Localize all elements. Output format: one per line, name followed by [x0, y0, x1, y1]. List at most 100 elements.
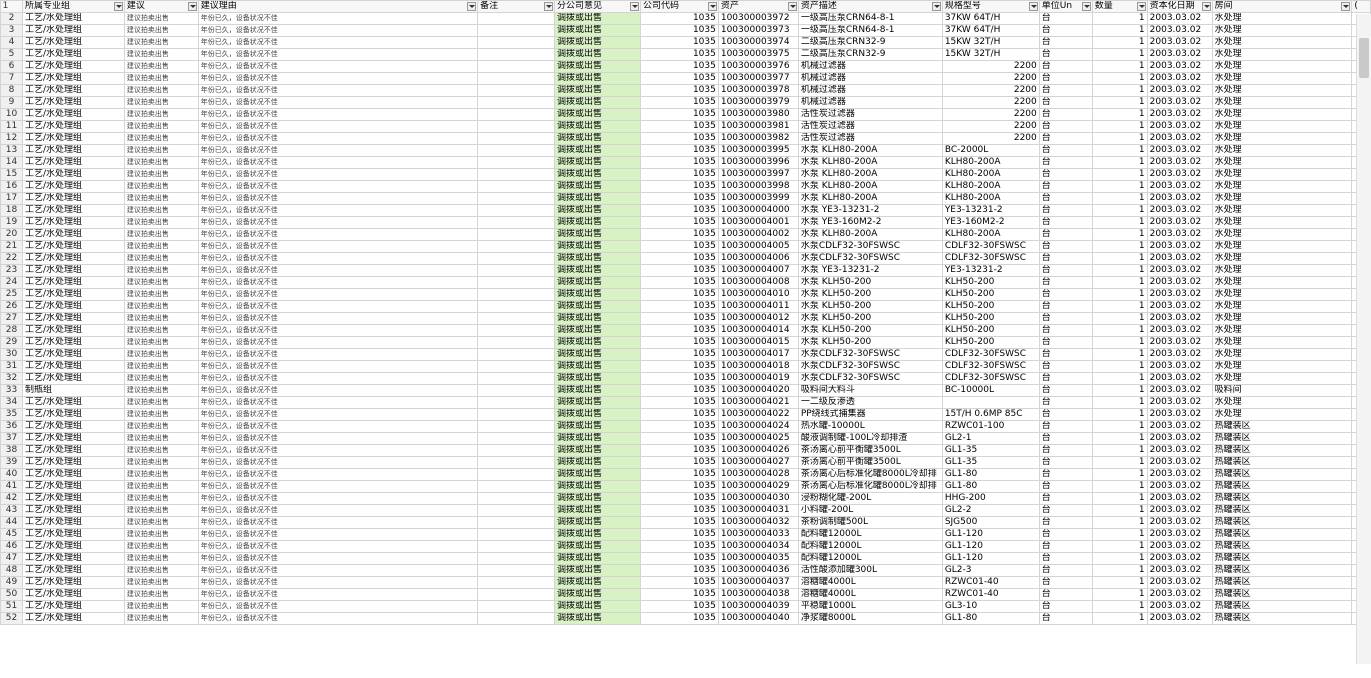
table-cell[interactable] [477, 492, 556, 505]
table-cell[interactable]: 年份已久，设备状况不佳 [197, 144, 479, 157]
table-cell[interactable]: 水处理 [1211, 120, 1353, 133]
table-cell[interactable]: 37KW 64T/H [941, 24, 1040, 37]
table-cell[interactable]: 台 [1038, 264, 1093, 277]
table-cell[interactable] [941, 396, 1040, 409]
table-cell[interactable]: 工艺/水处理组 [21, 144, 125, 157]
table-cell[interactable] [477, 540, 556, 553]
table-cell[interactable] [477, 60, 556, 73]
table-cell[interactable]: 建议拍卖出售 [123, 288, 199, 301]
row-number[interactable]: 34 [0, 396, 23, 409]
table-cell[interactable]: 1035 [639, 72, 719, 85]
table-cell[interactable]: 建议拍卖出售 [123, 468, 199, 481]
table-cell[interactable] [477, 396, 556, 409]
table-cell[interactable]: 建议拍卖出售 [123, 576, 199, 589]
table-cell[interactable]: 工艺/水处理组 [21, 132, 125, 145]
table-cell[interactable]: 建议拍卖出售 [123, 432, 199, 445]
table-cell[interactable]: 水处理 [1211, 240, 1353, 253]
table-cell[interactable] [477, 48, 556, 61]
column-header[interactable]: 单位Un [1038, 0, 1093, 13]
table-cell[interactable]: 100300003977 [717, 72, 799, 85]
table-cell[interactable]: 1 [1091, 540, 1148, 553]
table-cell[interactable]: 茶粉调制罐500L [797, 516, 943, 529]
table-cell[interactable]: 台 [1038, 48, 1093, 61]
table-cell[interactable]: 1 [1091, 588, 1148, 601]
table-cell[interactable]: 年份已久，设备状况不佳 [197, 276, 479, 289]
table-cell[interactable]: 1 [1091, 192, 1148, 205]
table-cell[interactable]: 平稳罐1000L [797, 600, 943, 613]
table-cell[interactable]: 调拨或出售 [554, 36, 641, 49]
column-header[interactable]: 备注 [477, 0, 556, 13]
row-number[interactable]: 21 [0, 240, 23, 253]
table-cell[interactable] [477, 528, 556, 541]
table-cell[interactable] [477, 612, 556, 625]
table-cell[interactable]: 茶汤离心前平衡罐3500L [797, 444, 943, 457]
table-cell[interactable]: 2003.03.02 [1146, 240, 1213, 253]
table-cell[interactable]: 建议拍卖出售 [123, 132, 199, 145]
table-cell[interactable]: 1035 [639, 192, 719, 205]
table-cell[interactable] [477, 132, 556, 145]
table-cell[interactable]: 建议拍卖出售 [123, 108, 199, 121]
table-cell[interactable]: 1 [1091, 144, 1148, 157]
row-number[interactable]: 42 [0, 492, 23, 505]
table-cell[interactable]: 100300004030 [717, 492, 799, 505]
row-number[interactable]: 28 [0, 324, 23, 337]
table-cell[interactable]: GL2-1 [941, 432, 1040, 445]
table-cell[interactable]: 调拨或出售 [554, 72, 641, 85]
table-cell[interactable]: 工艺/水处理组 [21, 480, 125, 493]
table-cell[interactable]: 1 [1091, 504, 1148, 517]
table-cell[interactable]: HHG-200 [941, 492, 1040, 505]
table-cell[interactable]: 1035 [639, 396, 719, 409]
table-cell[interactable]: 吸料间 [1211, 384, 1353, 397]
table-cell[interactable]: 水泵 KLH80-200A [797, 180, 943, 193]
table-cell[interactable]: GL1-35 [941, 444, 1040, 457]
table-cell[interactable]: 2003.03.02 [1146, 204, 1213, 217]
row-number[interactable]: 27 [0, 312, 23, 325]
table-cell[interactable]: 水处理 [1211, 372, 1353, 385]
table-cell[interactable]: 1 [1091, 96, 1148, 109]
table-cell[interactable]: 2200 [941, 120, 1040, 133]
table-cell[interactable]: 调拨或出售 [554, 528, 641, 541]
table-cell[interactable]: 年份已久，设备状况不佳 [197, 156, 479, 169]
table-cell[interactable]: 调拨或出售 [554, 144, 641, 157]
table-cell[interactable]: 100300004014 [717, 324, 799, 337]
table-cell[interactable]: 台 [1038, 504, 1093, 517]
table-cell[interactable]: 水处理 [1211, 288, 1353, 301]
table-cell[interactable]: GL1-80 [941, 468, 1040, 481]
table-cell[interactable]: 建议拍卖出售 [123, 72, 199, 85]
table-cell[interactable] [477, 456, 556, 469]
table-cell[interactable]: 一级高压泵CRN64-8-1 [797, 24, 943, 37]
table-cell[interactable]: 年份已久，设备状况不佳 [197, 84, 479, 97]
table-cell[interactable]: 2003.03.02 [1146, 120, 1213, 133]
table-cell[interactable] [477, 468, 556, 481]
table-cell[interactable]: 1035 [639, 300, 719, 313]
table-cell[interactable]: 工艺/水处理组 [21, 360, 125, 373]
table-cell[interactable]: 100300004010 [717, 288, 799, 301]
filter-dropdown-icon[interactable] [787, 2, 797, 11]
table-cell[interactable]: 水处理 [1211, 360, 1353, 373]
table-cell[interactable]: 建议拍卖出售 [123, 276, 199, 289]
row-number[interactable]: 18 [0, 204, 23, 217]
table-cell[interactable]: 2003.03.02 [1146, 180, 1213, 193]
table-cell[interactable]: 2003.03.02 [1146, 564, 1213, 577]
table-cell[interactable]: 1035 [639, 204, 719, 217]
table-cell[interactable]: 年份已久，设备状况不佳 [197, 492, 479, 505]
table-cell[interactable] [477, 12, 556, 25]
table-cell[interactable]: 热罐装区 [1211, 480, 1353, 493]
table-cell[interactable]: 建议拍卖出售 [123, 444, 199, 457]
table-cell[interactable]: 年份已久，设备状况不佳 [197, 48, 479, 61]
table-cell[interactable]: 1 [1091, 12, 1148, 25]
table-cell[interactable]: 建议拍卖出售 [123, 180, 199, 193]
table-cell[interactable]: 1 [1091, 564, 1148, 577]
table-cell[interactable]: 2003.03.02 [1146, 432, 1213, 445]
table-cell[interactable]: 台 [1038, 96, 1093, 109]
table-cell[interactable]: BC-2000L [941, 144, 1040, 157]
row-number[interactable]: 17 [0, 192, 23, 205]
table-cell[interactable]: 建议拍卖出售 [123, 216, 199, 229]
table-cell[interactable]: 水泵 KLH80-200A [797, 168, 943, 181]
table-cell[interactable]: 2003.03.02 [1146, 540, 1213, 553]
table-cell[interactable]: 台 [1038, 408, 1093, 421]
table-cell[interactable]: 1 [1091, 72, 1148, 85]
table-cell[interactable]: 水泵CDLF32-30FSWSC [797, 348, 943, 361]
table-cell[interactable]: 100300004007 [717, 264, 799, 277]
table-cell[interactable]: 1035 [639, 492, 719, 505]
